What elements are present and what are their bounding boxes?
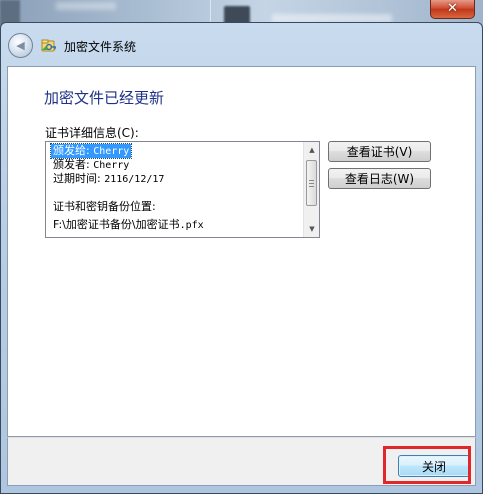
dialog-content: 加密文件已经更新 证书详细信息(C): 颁发给: Cherry 颁发者: Che…	[7, 66, 476, 437]
list-item[interactable]: F:\加密证书备份\加密证书.pfx	[53, 218, 204, 232]
scrollbar-thumb[interactable]	[306, 160, 317, 206]
dialog-footer: 关闭	[7, 437, 476, 486]
list-item[interactable]: 过期时间: 2116/12/17	[53, 172, 164, 186]
grip-line	[309, 180, 314, 181]
window-close-button[interactable]: ✕	[430, 0, 475, 19]
close-icon: ✕	[447, 1, 458, 16]
list-item[interactable]: 证书和密钥备份位置:	[53, 200, 156, 214]
view-certificate-button[interactable]: 查看证书(V)	[328, 141, 431, 162]
grip-line	[309, 186, 314, 187]
dialog-heading: 加密文件已经更新	[44, 89, 165, 107]
efs-key-icon	[41, 37, 58, 53]
scroll-up-icon[interactable]: ▲	[304, 142, 319, 158]
scroll-down-icon[interactable]: ▼	[304, 221, 319, 237]
view-log-button[interactable]: 查看日志(W)	[328, 168, 431, 189]
certificate-details-label: 证书详细信息(C):	[45, 126, 139, 140]
vertical-scrollbar[interactable]: ▲ ▼	[303, 142, 319, 237]
close-button[interactable]: 关闭	[398, 455, 470, 477]
window-title: 加密文件系统	[64, 40, 137, 54]
back-button[interactable]: ◀	[8, 33, 33, 58]
list-item[interactable]: 颁发给: Cherry	[49, 143, 133, 159]
certificate-details-list[interactable]: 颁发给: Cherry 颁发者: Cherry 过期时间: 2116/12/17…	[45, 141, 320, 238]
arrow-left-icon: ◀	[16, 39, 25, 52]
list-item[interactable]: 颁发者: Cherry	[53, 158, 129, 172]
grip-line	[309, 183, 314, 184]
